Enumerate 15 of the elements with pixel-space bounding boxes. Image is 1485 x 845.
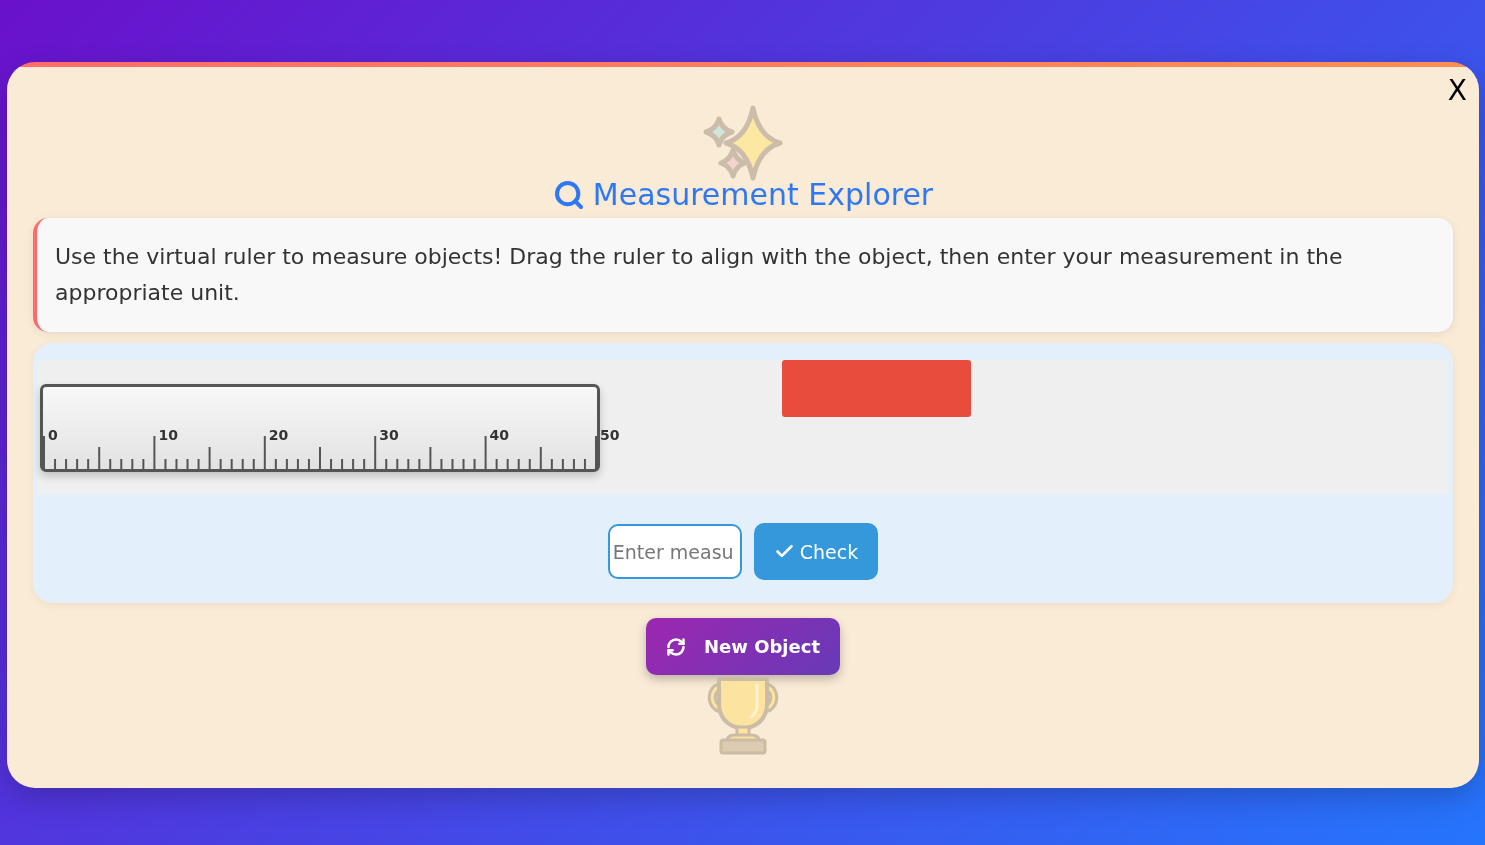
ruler-number: 40 bbox=[489, 428, 510, 442]
close-button[interactable]: X bbox=[1445, 77, 1469, 105]
measurement-input[interactable]: Enter measu bbox=[607, 524, 742, 579]
ruler-number: 30 bbox=[379, 428, 399, 442]
refresh-icon bbox=[666, 636, 686, 657]
sparkles-icon bbox=[703, 105, 783, 183]
ruler-number: 0 bbox=[48, 428, 58, 442]
page-title: Measurement Explorer bbox=[592, 177, 934, 213]
ruler-number: 50 bbox=[600, 428, 620, 442]
instructions-text: Use the virtual ruler to measure objects! Drag the ruler to align with the object, then enter your measurement in the appropriate unit. bbox=[55, 243, 1344, 307]
search-icon bbox=[552, 179, 585, 211]
ruler-number: 20 bbox=[268, 428, 289, 442]
trophy-icon bbox=[705, 675, 781, 755]
ruler-number: 10 bbox=[158, 428, 178, 442]
new-object-button[interactable]: New Object bbox=[646, 618, 840, 675]
